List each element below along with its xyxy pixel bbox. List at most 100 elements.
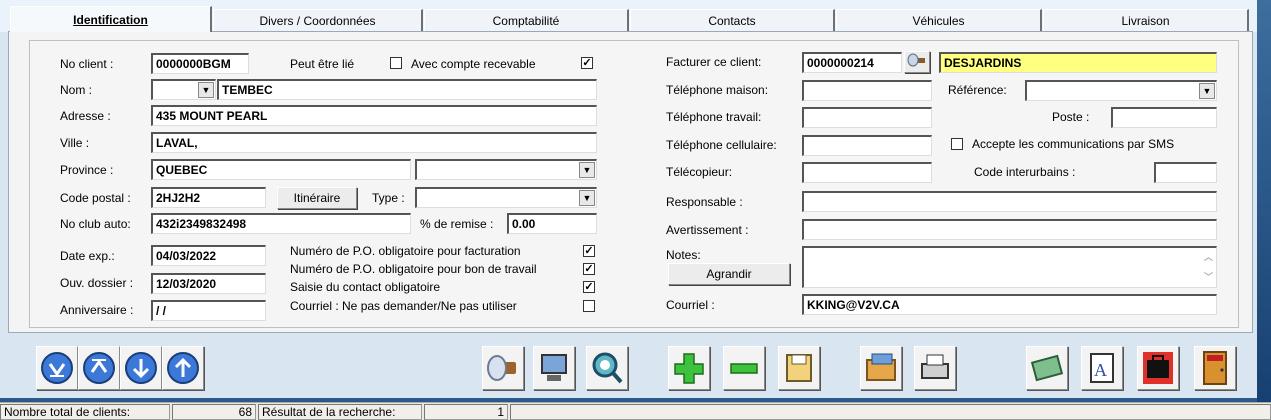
delete-button[interactable] (723, 346, 765, 390)
courriel-field[interactable]: KKING@V2V.CA (802, 294, 1217, 315)
first-record-icon (41, 352, 73, 384)
tab-contacts[interactable]: Contacts (630, 9, 835, 31)
tel-cellulaire-field[interactable] (802, 135, 932, 156)
club-auto-label: No club auto: (60, 217, 131, 231)
date-exp-field[interactable]: 04/03/2022 (151, 245, 266, 266)
peut-etre-lie-label: Peut être lié (290, 57, 355, 71)
code-interurbains-label: Code interurbains : (974, 165, 1076, 179)
courriel-ne-pas-label: Courriel : Ne pas demander/Ne pas utilis… (290, 299, 517, 313)
search-button[interactable] (586, 346, 628, 390)
notes-textarea[interactable]: ︿ ﹀ (802, 246, 1217, 288)
tab-livraison[interactable]: Livraison (1043, 9, 1249, 31)
telecopieur-field[interactable] (802, 162, 932, 183)
ville-field[interactable]: LAVAL, (151, 132, 597, 153)
edit-document-button[interactable]: A (1081, 346, 1123, 390)
briefcase-button[interactable] (1137, 346, 1179, 390)
responsable-label: Responsable : (666, 195, 743, 209)
club-auto-field[interactable]: 432i2349832498 (151, 213, 411, 234)
desktop-background (1257, 0, 1271, 402)
remise-field[interactable]: 0.00 (507, 213, 597, 234)
exit-button[interactable] (1194, 346, 1236, 390)
chevron-down-icon[interactable]: ▼ (1199, 83, 1215, 99)
add-button[interactable] (668, 346, 710, 390)
tel-cellulaire-label: Téléphone cellulaire: (666, 138, 777, 152)
poste-label: Poste : (1052, 110, 1090, 124)
remise-label: % de remise : (420, 217, 494, 231)
next-record-button[interactable] (120, 346, 162, 390)
arrow-up-icon (167, 352, 199, 384)
tab-comptabilite[interactable]: Comptabilité (424, 9, 629, 31)
tel-travail-label: Téléphone travail: (666, 110, 762, 124)
avertissement-field[interactable] (802, 219, 1217, 240)
search-flashlight-button[interactable] (482, 346, 524, 390)
chevron-down-icon[interactable]: ▼ (198, 82, 214, 98)
bottom-toolbar: A (0, 338, 1257, 398)
nom-prefix-select[interactable]: ▼ (151, 79, 216, 100)
envelope-icon (1030, 354, 1064, 382)
code-interurbains-field[interactable] (1154, 162, 1217, 183)
tel-maison-label: Téléphone maison: (666, 83, 769, 97)
po-bon-travail-checkbox[interactable]: ✓ (583, 263, 595, 275)
avec-compte-checkbox[interactable]: ✓ (581, 57, 593, 69)
avec-compte-label: Avec compte recevable (411, 57, 536, 71)
itineraire-button[interactable]: Itinéraire (277, 187, 357, 209)
email-button[interactable] (1026, 346, 1068, 390)
plus-icon (674, 353, 704, 384)
adresse-field[interactable]: 435 MOUNT PEARL (151, 105, 597, 126)
print-button[interactable] (914, 346, 956, 390)
folder-button[interactable] (860, 346, 902, 390)
save-button[interactable] (778, 346, 820, 390)
identification-form: No client : 0000000BGM Peut être lié Ave… (29, 40, 1239, 328)
resultat-recherche-value: 1 (424, 404, 508, 420)
code-postal-label: Code postal : (60, 191, 131, 205)
exit-door-icon (1203, 351, 1227, 385)
type-select[interactable]: ▼ (415, 187, 597, 208)
poste-field[interactable] (1111, 107, 1217, 128)
up-record-button[interactable] (162, 346, 204, 390)
anniversaire-field[interactable]: / / (151, 300, 266, 321)
anniversaire-label: Anniversaire : (60, 303, 134, 317)
ouv-dossier-field[interactable]: 12/03/2020 (151, 273, 266, 294)
facturer-label: Facturer ce client: (666, 55, 762, 69)
ouv-dossier-label: Ouv. dossier : (60, 276, 134, 290)
magnifier-icon (592, 352, 623, 384)
status-bar: Nombre total de clients: 68 Résultat de … (0, 402, 1271, 420)
minus-icon (730, 363, 758, 374)
no-client-label: No client : (60, 57, 114, 71)
computer-button[interactable] (533, 346, 575, 390)
briefcase-icon (1143, 352, 1173, 384)
tab-divers-coordonnees[interactable]: Divers / Coordonnées (213, 9, 423, 31)
facturer-field[interactable]: 0000000214 (802, 52, 902, 73)
tab-identification[interactable]: Identification (10, 6, 212, 32)
lookup-client-button[interactable] (904, 51, 930, 73)
scroll-down-icon[interactable]: ﹀ (1204, 270, 1213, 285)
code-postal-field[interactable]: 2HJ2H2 (151, 187, 266, 208)
sms-checkbox[interactable] (951, 138, 963, 150)
scroll-up-icon[interactable]: ︿ (1204, 250, 1213, 265)
po-facturation-checkbox[interactable]: ✓ (583, 245, 595, 257)
telecopieur-label: Télécopieur: (666, 165, 733, 179)
chevron-down-icon[interactable]: ▼ (579, 190, 595, 206)
nom-field[interactable]: TEMBEC (217, 79, 597, 100)
po-facturation-label: Numéro de P.O. obligatoire pour facturat… (290, 244, 521, 258)
province-select[interactable]: ▼ (415, 159, 597, 180)
type-label: Type : (372, 191, 405, 205)
agrandir-button[interactable]: Agrandir (668, 263, 790, 285)
reference-select[interactable]: ▼ (1025, 80, 1217, 101)
flashlight-icon (907, 53, 925, 67)
courriel-ne-pas-checkbox[interactable] (583, 300, 595, 312)
tel-travail-field[interactable] (802, 107, 932, 128)
responsable-field[interactable] (802, 191, 1217, 212)
flashlight-icon (487, 355, 516, 381)
ville-label: Ville : (60, 136, 90, 150)
previous-record-button[interactable] (78, 346, 120, 390)
tel-maison-field[interactable] (802, 80, 932, 101)
province-field[interactable]: QUEBEC (151, 159, 411, 180)
no-client-field[interactable]: 0000000BGM (151, 53, 249, 74)
first-record-button[interactable] (36, 346, 78, 390)
tab-vehicules[interactable]: Véhicules (836, 9, 1042, 31)
peut-etre-lie-checkbox[interactable] (390, 57, 402, 69)
chevron-down-icon[interactable]: ▼ (579, 162, 595, 178)
identification-panel: No client : 0000000BGM Peut être lié Ave… (8, 31, 1253, 333)
saisie-contact-checkbox[interactable]: ✓ (583, 281, 595, 293)
